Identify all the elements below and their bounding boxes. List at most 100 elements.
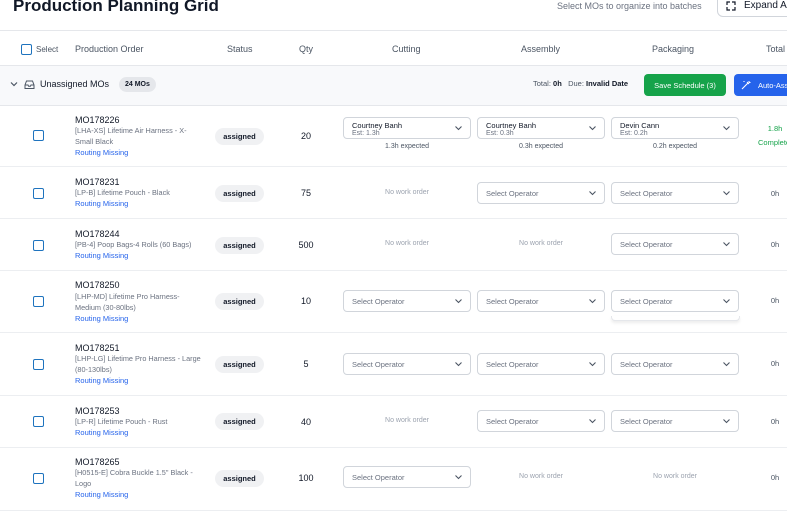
- total-hours: 0h: [770, 473, 780, 482]
- qty-value: 100: [298, 473, 314, 483]
- total-value: 0h: [553, 79, 562, 88]
- assembly-operator-select[interactable]: Select Operator: [477, 182, 605, 204]
- chevron-down-icon: [455, 299, 462, 304]
- select-placeholder: Select Operator: [486, 189, 539, 198]
- mo-id[interactable]: MO178244: [75, 229, 120, 239]
- top-bar: Production Planning Grid Select MOs to o…: [0, 0, 787, 30]
- total-hours: 0h: [770, 417, 780, 426]
- table-row: MO178253 [LP-R] Lifetime Pouch - Rust Ro…: [0, 396, 787, 448]
- assembly-expected: 0.3h expected: [519, 143, 563, 150]
- routing-missing-link[interactable]: Routing Missing: [75, 314, 128, 323]
- auto-assign-label: Auto-Assign: [758, 80, 787, 90]
- operator-estimate: Est: 0.2h: [620, 130, 648, 137]
- group-count-badge: 24 MOs: [119, 77, 156, 92]
- mo-description: [PB-4] Poop Bags-4 Rolls (60 Bags): [75, 240, 192, 249]
- row-checkbox[interactable]: [33, 296, 44, 307]
- mo-id[interactable]: MO178251: [75, 343, 120, 353]
- mo-description: [LHP-MD] Lifetime Pro Harness- Medium (3…: [75, 292, 180, 312]
- routing-missing-link[interactable]: Routing Missing: [75, 148, 128, 157]
- column-header-row: Select Production Order Status Qty Cutti…: [0, 30, 787, 66]
- row-checkbox[interactable]: [33, 416, 44, 427]
- select-placeholder: Select Operator: [620, 297, 673, 306]
- qty-value: 10: [300, 296, 311, 306]
- row-checkbox[interactable]: [33, 473, 44, 484]
- packaging-expected: 0.2h expected: [653, 143, 697, 150]
- operator-name: Courtney Banh: [486, 121, 537, 130]
- select-all-cell[interactable]: Select: [21, 31, 58, 67]
- select-placeholder: Select Operator: [352, 473, 405, 482]
- mo-description: [LP-R] Lifetime Pouch - Rust: [75, 417, 168, 426]
- select-placeholder: Select Operator: [352, 360, 405, 369]
- qty-value: 5: [303, 359, 309, 369]
- expand-all-label: Expand All: [744, 0, 787, 11]
- mo-id[interactable]: MO178250: [75, 280, 120, 290]
- cutting-no-work-order: No work order: [385, 417, 429, 424]
- select-placeholder: Select Operator: [486, 297, 539, 306]
- page-title: Production Planning Grid: [13, 0, 219, 15]
- routing-missing-link[interactable]: Routing Missing: [75, 376, 128, 385]
- mo-id[interactable]: MO178253: [75, 406, 120, 416]
- qty-value: 40: [300, 417, 311, 427]
- status-badge: assigned: [215, 470, 264, 487]
- total-label: Total:: [533, 79, 551, 88]
- total-hours: 0h: [770, 359, 780, 368]
- routing-missing-link[interactable]: Routing Missing: [75, 199, 128, 208]
- qty-value: 20: [300, 131, 311, 141]
- group-row-unassigned[interactable]: Unassigned MOs 24 MOs Total: 0h Due: Inv…: [0, 66, 787, 106]
- chevron-down-icon: [589, 126, 596, 131]
- row-checkbox[interactable]: [33, 188, 44, 199]
- table-row: MO178251 [LHP-LG] Lifetime Pro Harness -…: [0, 333, 787, 396]
- packaging-operator-select[interactable]: Select Operator: [611, 182, 739, 204]
- save-schedule-button[interactable]: Save Schedule (3): [644, 74, 726, 96]
- magic-wand-icon: [741, 80, 751, 90]
- mo-id[interactable]: MO178265: [75, 457, 120, 467]
- due-value: Invalid Date: [586, 79, 629, 88]
- chevron-down-icon: [723, 126, 730, 131]
- select-placeholder: Select Operator: [620, 240, 673, 249]
- header-cutting: Cutting: [392, 44, 421, 54]
- packaging-no-work-order: No work order: [653, 473, 697, 480]
- table-row: MO178244 [PB-4] Poop Bags-4 Rolls (60 Ba…: [0, 219, 787, 271]
- routing-missing-link[interactable]: Routing Missing: [75, 251, 128, 260]
- chevron-down-icon: [589, 299, 596, 304]
- operator-estimate: Est: 1.3h: [352, 130, 380, 137]
- cutting-expected: 1.3h expected: [385, 143, 429, 150]
- row-checkbox[interactable]: [33, 130, 44, 141]
- cutting-operator-select[interactable]: Select Operator: [343, 353, 471, 375]
- assembly-operator-select[interactable]: Select Operator: [477, 290, 605, 312]
- header-assembly: Assembly: [521, 44, 561, 54]
- select-all-checkbox[interactable]: [21, 43, 32, 55]
- packaging-operator-select[interactable]: Select Operator: [611, 410, 739, 432]
- cutting-operator-select[interactable]: Courtney Banh Est: 1.3h: [343, 117, 471, 139]
- cutting-operator-select[interactable]: Select Operator: [343, 466, 471, 488]
- mo-id[interactable]: MO178226: [75, 115, 120, 125]
- assembly-no-work-order: No work order: [519, 240, 563, 247]
- mo-id[interactable]: MO178231: [75, 177, 120, 187]
- assembly-operator-select[interactable]: Courtney Banh Est: 0.3h: [477, 117, 605, 139]
- chevron-down-icon[interactable]: [10, 80, 18, 88]
- packaging-operator-select[interactable]: Devin Cann Est: 0.2h: [611, 117, 739, 139]
- assembly-operator-select[interactable]: Select Operator: [477, 353, 605, 375]
- cutting-operator-select[interactable]: Select Operator: [343, 290, 471, 312]
- chevron-down-icon: [589, 419, 596, 424]
- status-badge: assigned: [215, 356, 264, 373]
- chevron-down-icon: [723, 419, 730, 424]
- select-placeholder: Select Operator: [620, 417, 673, 426]
- operator-name: Courtney Banh: [352, 121, 403, 130]
- packaging-operator-select[interactable]: Select Operator: [611, 290, 739, 312]
- table-row: MO178250 [LHP-MD] Lifetime Pro Harness- …: [0, 271, 787, 333]
- expand-all-button[interactable]: Expand All: [717, 0, 787, 17]
- packaging-operator-select[interactable]: Select Operator: [611, 233, 739, 255]
- chevron-down-icon: [723, 362, 730, 367]
- assembly-operator-select[interactable]: Select Operator: [477, 410, 605, 432]
- routing-missing-link[interactable]: Routing Missing: [75, 490, 128, 499]
- row-checkbox[interactable]: [33, 240, 44, 251]
- total-hours: 0h: [770, 296, 780, 305]
- row-checkbox[interactable]: [33, 359, 44, 370]
- packaging-operator-select[interactable]: Select Operator: [611, 353, 739, 375]
- select-placeholder: Select Operator: [620, 360, 673, 369]
- routing-missing-link[interactable]: Routing Missing: [75, 428, 128, 437]
- auto-assign-button[interactable]: Auto-Assign: [734, 74, 787, 96]
- status-badge: assigned: [215, 293, 264, 310]
- header-status: Status: [227, 44, 253, 54]
